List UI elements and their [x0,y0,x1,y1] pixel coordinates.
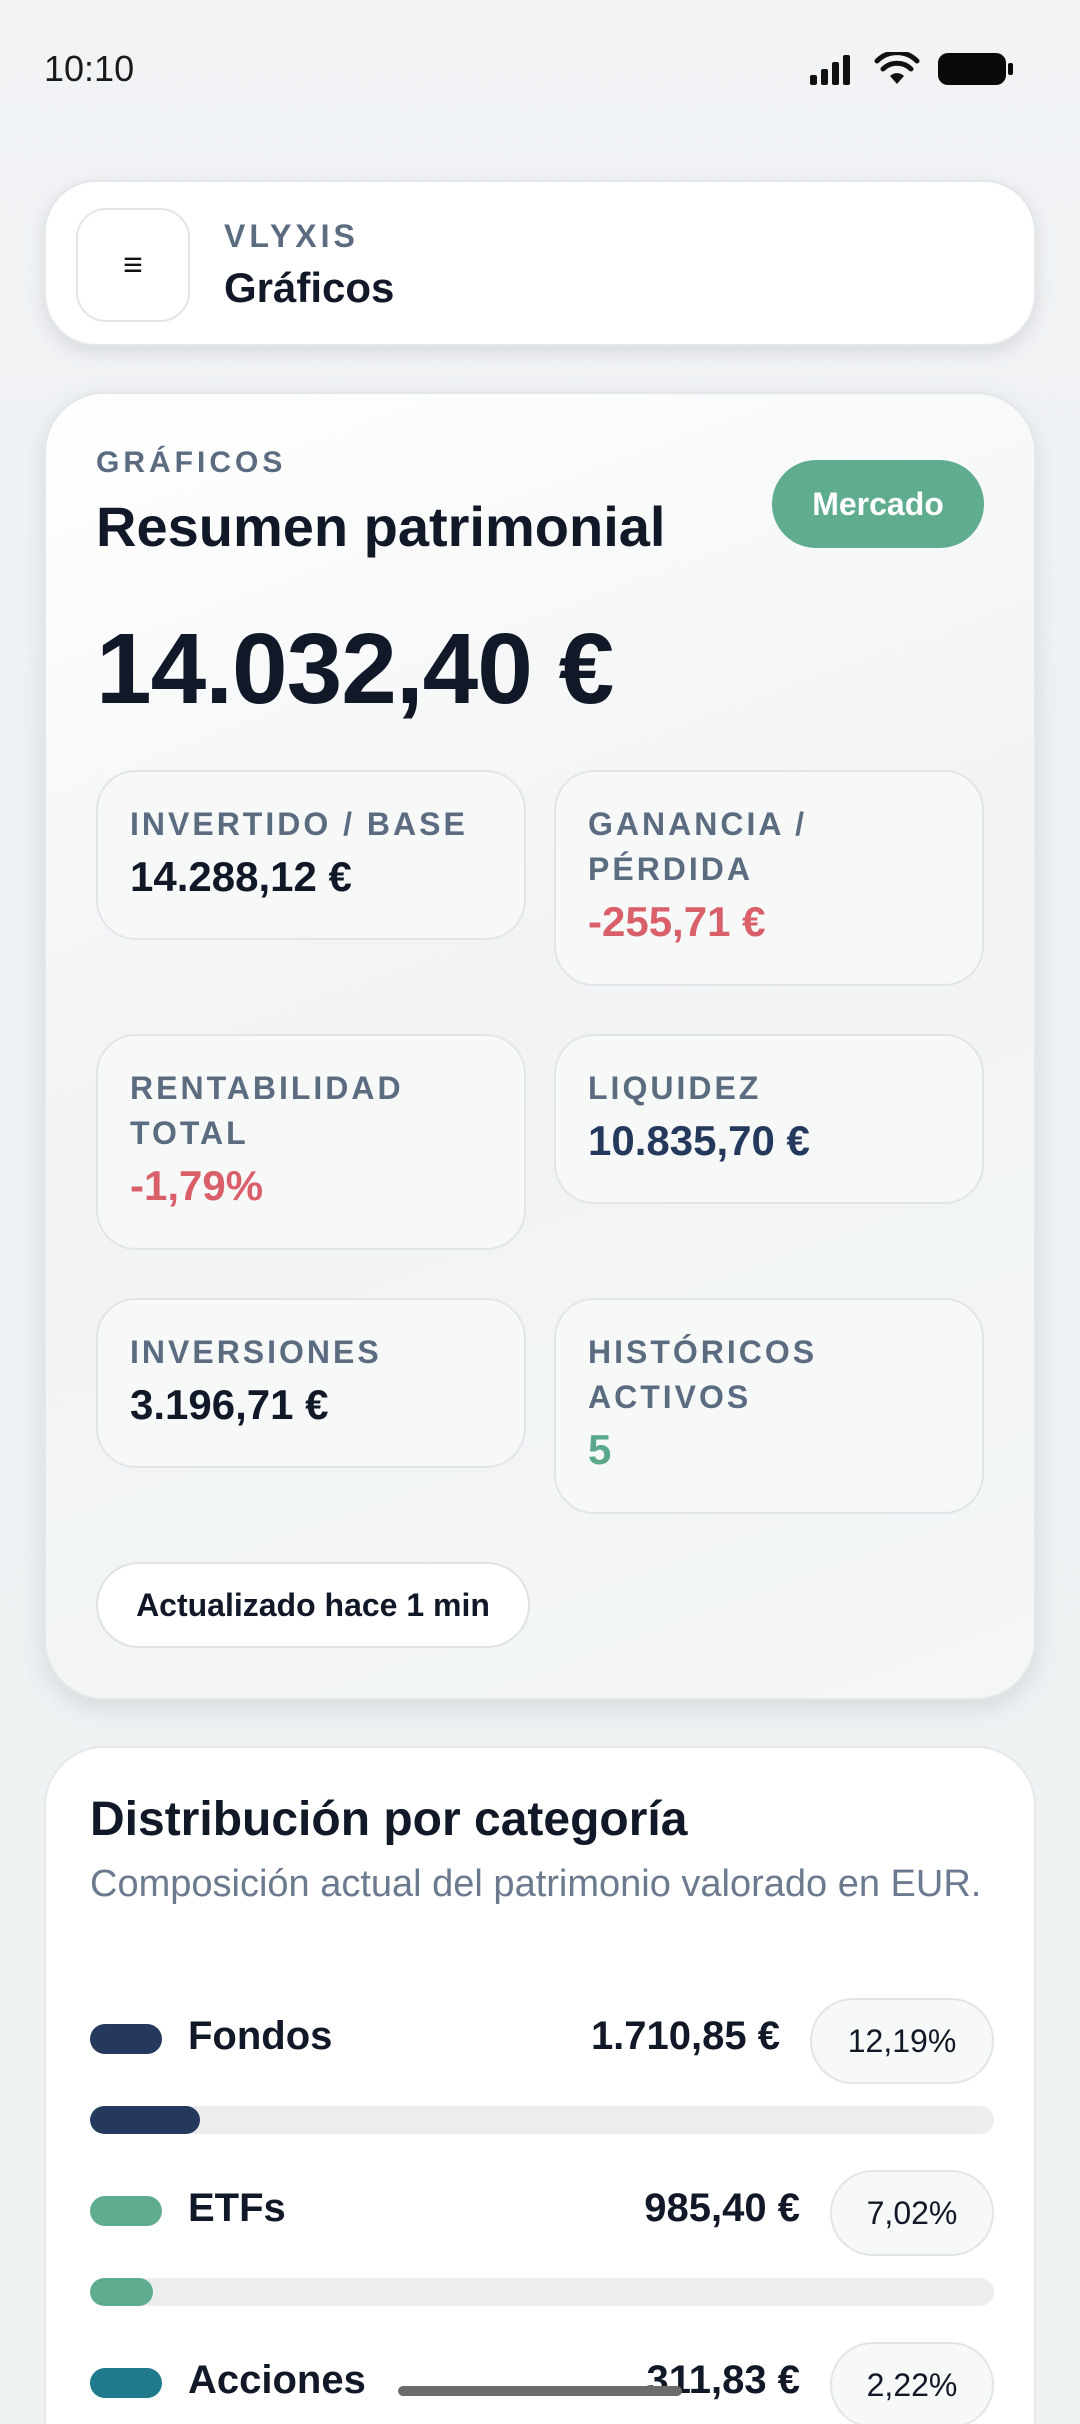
category-swatch [90,2024,162,2054]
metric-label: HISTÓRICOS ACTIVOS [588,1334,818,1415]
page-title: Gráficos [224,264,395,311]
signal-icon [810,55,850,85]
category-name: Acciones [188,2358,366,2402]
status-bar: 10:10 [0,0,1080,140]
metric-value: -255,71 € [588,898,766,945]
category-percent-badge: 2,22% [830,2342,994,2424]
home-indicator[interactable] [398,2386,682,2396]
metric-value: -1,79% [130,1162,264,1209]
category-amount: 311,83 € [646,2358,801,2402]
wifi-icon [874,52,920,84]
app-header: ≡ VLYXIS Gráficos [44,180,1036,346]
category-progress-fill [90,2106,201,2134]
summary-card: GRÁFICOS Resumen patrimonial Mercado 14.… [44,392,1036,1700]
metric-value: 10.835,70 € [588,1117,810,1164]
metric-value: 14.288,12 € [130,853,352,900]
category-name: Fondos [188,2014,333,2058]
metric-label: GANANCIA / PÉRDIDA [588,806,808,887]
metric-liquidity: LIQUIDEZ 10.835,70 € [554,1034,984,1204]
distribution-card: Distribución por categoría Composición a… [44,1746,1036,2424]
metric-value: 3.196,71 € [130,1381,329,1428]
category-progress-track [90,2278,994,2306]
category-amount: 1.710,85 € [590,2014,780,2058]
distribution-title: Distribución por categoría [90,1793,688,1846]
menu-icon: ≡ [123,245,143,284]
metric-label: RENTABILIDAD TOTAL [130,1070,404,1151]
metric-label: LIQUIDEZ [588,1070,762,1106]
category-swatch [90,2196,162,2226]
summary-title: Resumen patrimonial [96,495,666,558]
category-amount: 985,40 € [644,2186,800,2230]
category-row-acciones[interactable]: Acciones 311,83 € 2,22% [90,2342,994,2424]
updated-badge: Actualizado hace 1 min [96,1562,530,1648]
category-percent-badge: 12,19% [810,1998,994,2084]
category-name: ETFs [188,2186,286,2230]
metric-label: INVERTIDO / BASE [130,806,468,842]
total-value: 14.032,40 € [96,613,614,725]
metric-value: 5 [588,1426,612,1473]
metric-gain-loss: GANANCIA / PÉRDIDA -255,71 € [554,770,984,986]
status-time: 10:10 [44,48,135,89]
summary-eyebrow: GRÁFICOS [96,446,287,479]
category-row-fondos[interactable]: Fondos 1.710,85 € 12,19% [90,1998,994,2158]
brand-name: VLYXIS [224,218,359,254]
metric-total-return: RENTABILIDAD TOTAL -1,79% [96,1034,526,1250]
status-icons [808,52,1013,86]
market-button[interactable]: Mercado [772,460,984,548]
category-percent-badge: 7,02% [830,2170,994,2256]
category-swatch [90,2368,162,2398]
metric-label: INVERSIONES [130,1334,382,1370]
distribution-subtitle: Composición actual del patrimonio valora… [90,1863,982,1905]
metric-invested: INVERTIDO / BASE 14.288,12 € [96,770,526,940]
menu-button[interactable]: ≡ [76,208,190,322]
metric-investments: INVERSIONES 3.196,71 € [96,1298,526,1468]
category-progress-track [90,2106,994,2134]
metric-historical-assets: HISTÓRICOS ACTIVOS 5 [554,1298,984,1514]
category-row-etfs[interactable]: ETFs 985,40 € 7,02% [90,2170,994,2330]
category-progress-fill [90,2278,154,2306]
battery-icon [938,53,1013,85]
